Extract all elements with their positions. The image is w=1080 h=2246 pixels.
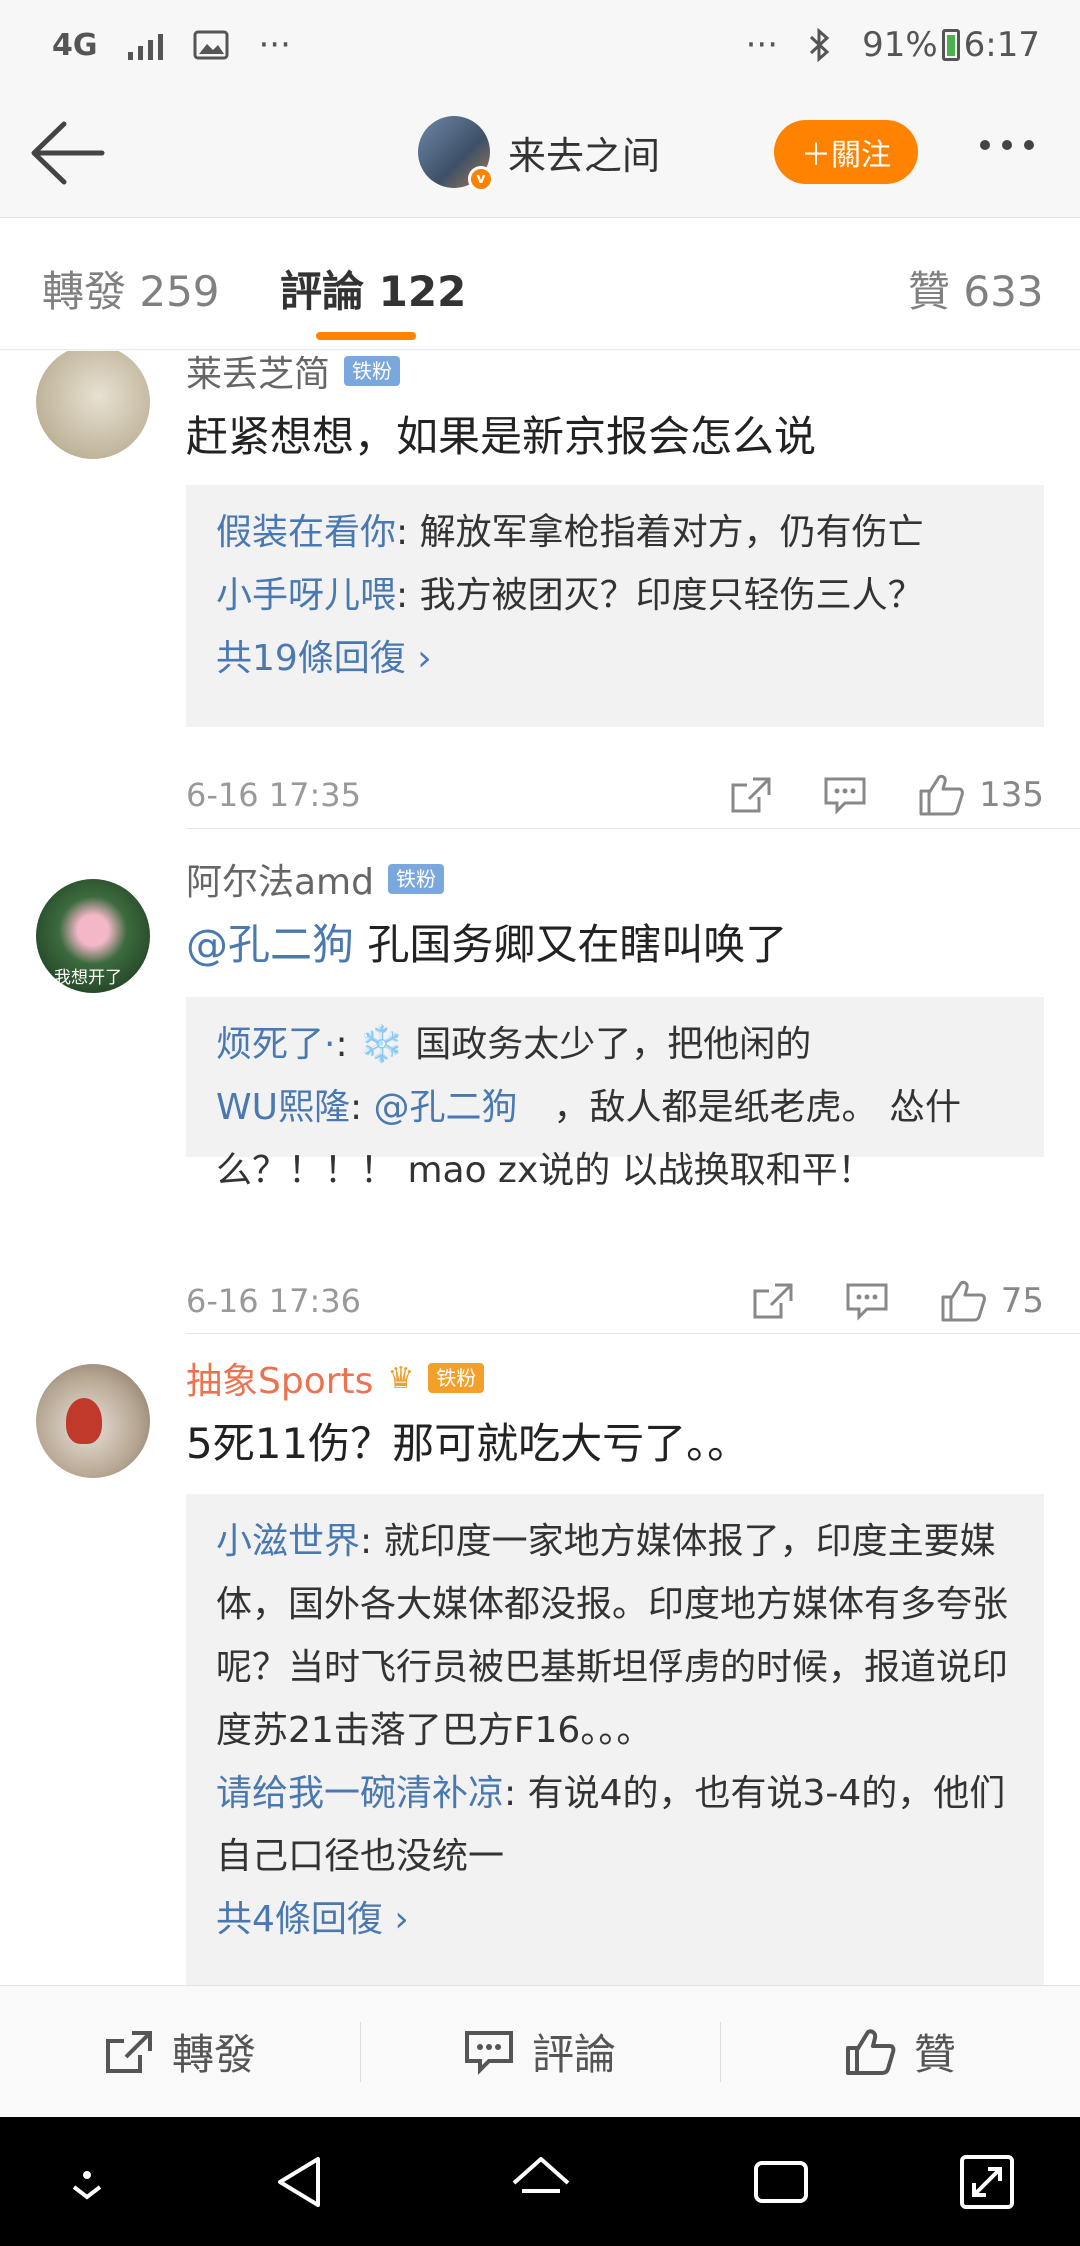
top-nav-bar: v 来去之间 ＋關注 <box>0 90 1080 218</box>
thumbs-up-icon <box>941 1280 986 1322</box>
status-bar: 4G ··· ··· 91% 6:17 <box>0 0 1080 90</box>
reply-text: : ❄️ 国政务太少了，把他闲的 <box>335 1024 812 1065</box>
comment-text: 5死11伤？那可就吃大亏了。。 <box>186 1419 750 1468</box>
comment-list[interactable]: 莱丢芝简 铁粉 赶紧想想，如果是新京报会怎么说 假装在看你: 解放军拿枪指着对方… <box>0 351 1080 1985</box>
tab-likes[interactable]: 贊 633 <box>908 258 1044 319</box>
tab-bar: 轉發 259 評論 122 贊 633 <box>0 218 1080 350</box>
crown-icon: ♛ <box>387 1360 415 1396</box>
reply-box[interactable]: 烦死了·: ❄️ 国政务太少了，把他闲的 WU熙隆: @孔二狗 ，敌人都是纸老虎… <box>186 997 1044 1191</box>
reply-button[interactable] <box>823 775 867 815</box>
divider <box>186 1333 1080 1334</box>
share-icon <box>731 777 771 813</box>
repost-icon <box>105 2030 152 2073</box>
hide-keyboard-icon[interactable] <box>52 2147 122 2217</box>
poster-avatar[interactable]: v <box>418 116 494 192</box>
reply-box[interactable]: 假装在看你: 解放军拿枪指着对方，仍有伤亡 小手呀儿喂: 我方被团灭？印度只轻伤… <box>186 485 1044 727</box>
comment-icon <box>464 2030 513 2075</box>
system-nav-bar <box>0 2117 1080 2246</box>
thumbs-up-icon <box>919 774 964 816</box>
fan-badge: 铁粉 <box>428 1363 485 1393</box>
rotate-screen-icon[interactable] <box>952 2147 1022 2217</box>
verified-badge-icon: v <box>468 166 494 192</box>
commenter-avatar[interactable]: 我想开了 <box>36 879 150 993</box>
fan-badge: 铁粉 <box>387 864 444 894</box>
follow-button[interactable]: ＋關注 <box>774 120 918 184</box>
reply-author[interactable]: 请给我一碗清补凉 <box>216 1773 504 1814</box>
comment-label: 評論 <box>531 2030 616 2079</box>
reply-line: 小手呀儿喂: 我方被团灭？印度只轻伤三人？ <box>216 564 1014 627</box>
like-count: 135 <box>979 775 1044 815</box>
like-count: 75 <box>1000 1281 1044 1321</box>
reply-author[interactable]: 小滋世界 <box>216 1521 360 1562</box>
comment-text: 赶紧想想，如果是新京报会怎么说 <box>186 412 817 461</box>
fan-badge: 铁粉 <box>344 356 401 386</box>
comment-meta: 6-16 17:35 135 <box>186 765 1044 825</box>
reply-button[interactable] <box>845 1281 889 1321</box>
reply-author[interactable]: 小手呀儿喂 <box>216 575 396 616</box>
reply-text: : 我方被团灭？印度只轻伤三人？ <box>396 575 924 616</box>
comment-icon <box>824 777 866 815</box>
avatar-caption: 我想开了 <box>54 968 122 988</box>
more-replies-link[interactable]: 共4條回復 › <box>216 1888 1014 1951</box>
reply-author[interactable]: 假装在看你 <box>216 512 396 553</box>
commenter-avatar[interactable] <box>36 1364 150 1478</box>
commenter-name[interactable]: 抽象Sports <box>186 1352 373 1404</box>
reply-box[interactable]: 小滋世界: 就印度一家地方媒体报了，印度主要媒体，国外各大媒体都没报。印度地方媒… <box>186 1494 1044 1985</box>
signal-icon <box>127 30 163 60</box>
reply-author[interactable]: WU熙隆 <box>216 1087 350 1128</box>
poster-name[interactable]: 来去之间 <box>508 125 660 180</box>
battery-icon <box>941 29 960 61</box>
comment-meta: 6-16 17:36 75 <box>186 1271 1044 1331</box>
reply-author[interactable]: 烦死了· <box>216 1024 335 1065</box>
reply-line: 请给我一碗清补凉: 有说4的，也有说3-4的，他们自己口径也没统一 <box>216 1762 1014 1888</box>
avatar-art <box>66 1398 102 1444</box>
comment-body: 孔国务卿又在瞎叫唤了 <box>354 920 788 969</box>
user-mention[interactable]: @孔二狗 <box>186 920 354 969</box>
reply-text: : <box>349 1087 374 1128</box>
recents-nav-icon[interactable] <box>746 2147 816 2217</box>
comment-text: @孔二狗 孔国务卿又在瞎叫唤了 <box>186 911 787 972</box>
battery-percent: 91% <box>862 25 938 65</box>
comment-icon <box>846 1283 888 1321</box>
like-button[interactable]: 75 <box>939 1279 1044 1323</box>
reply-line: 小滋世界: 就印度一家地方媒体报了，印度主要媒体，国外各大媒体都没报。印度地方媒… <box>216 1510 1014 1762</box>
tab-repost[interactable]: 轉發 259 <box>42 258 220 319</box>
clock: 6:17 <box>963 25 1040 65</box>
network-indicator: 4G <box>52 27 98 63</box>
reply-line: WU熙隆: @孔二狗 ，敌人都是纸老虎。 怂什么？！！！ mao zx说的 以战… <box>216 1076 1014 1202</box>
thumbs-up-icon <box>845 2028 896 2075</box>
more-options-icon[interactable] <box>980 140 1034 150</box>
like-label: 贊 <box>913 2030 956 2079</box>
divider <box>186 828 1080 829</box>
back-nav-icon[interactable] <box>266 2147 336 2217</box>
tab-comments[interactable]: 評論 122 <box>280 258 466 319</box>
comment-time: 6-16 17:35 <box>186 776 362 814</box>
commenter-avatar[interactable] <box>36 351 150 459</box>
more-replies-link[interactable]: 共19條回復 › <box>216 627 1014 690</box>
commenter-name[interactable]: 阿尔法amd <box>186 853 374 905</box>
tab-active-indicator <box>316 332 416 340</box>
bluetooth-icon <box>810 28 830 62</box>
notification-more: ··· <box>258 25 291 65</box>
repost-button[interactable]: 轉發 <box>0 1986 360 2117</box>
commenter-name[interactable]: 莱丢芝简 <box>186 351 330 397</box>
share-button[interactable] <box>729 775 773 815</box>
user-mention[interactable]: @孔二狗 <box>374 1087 518 1128</box>
share-icon <box>753 1283 793 1319</box>
status-more: ··· <box>745 25 779 65</box>
repost-label: 轉發 <box>171 2030 256 2079</box>
comment-time: 6-16 17:36 <box>186 1282 362 1320</box>
reply-text: : 解放军拿枪指着对方，仍有伤亡 <box>396 512 924 553</box>
home-nav-icon[interactable] <box>506 2147 576 2217</box>
comment-button[interactable]: 評論 <box>360 1986 720 2117</box>
image-icon <box>193 30 228 60</box>
back-arrow-icon[interactable] <box>28 118 108 188</box>
reply-line: 假装在看你: 解放军拿枪指着对方，仍有伤亡 <box>216 501 1014 564</box>
like-button[interactable]: 135 <box>917 773 1044 817</box>
like-post-button[interactable]: 贊 <box>720 1986 1080 2117</box>
poster-info[interactable]: v 来去之间 <box>418 116 660 192</box>
reply-line: 烦死了·: ❄️ 国政务太少了，把他闲的 <box>216 1013 1014 1076</box>
share-button[interactable] <box>751 1281 795 1321</box>
bottom-action-bar: 轉發 評論 贊 <box>0 1985 1080 2117</box>
